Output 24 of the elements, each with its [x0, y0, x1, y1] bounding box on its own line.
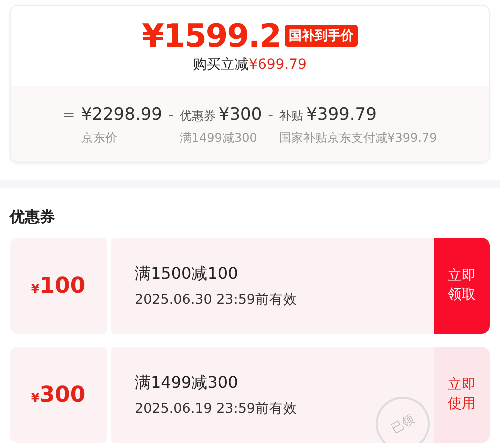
- coupon-validity: 2025.06.19 23:59前有效: [135, 400, 298, 418]
- breakdown-note: 国家补贴京东支付减¥399.79: [280, 130, 438, 147]
- operator-sign: -: [268, 105, 274, 126]
- coupon-value: ¥100: [31, 274, 86, 298]
- saving-amount: ¥699.79: [249, 57, 307, 73]
- operator-sign: -: [168, 105, 174, 126]
- subsidy-badge: 国补到手价: [284, 25, 358, 47]
- coupon-action-button[interactable]: 立即领取: [434, 238, 490, 334]
- operator-sign: =: [62, 105, 76, 126]
- saving-label: 购买立减: [193, 57, 250, 73]
- breakdown-note: 满1499减300: [180, 130, 258, 147]
- coupon-condition: 满1499减300: [135, 372, 240, 394]
- coupon-action-button[interactable]: 立即使用: [434, 347, 490, 443]
- breakdown-amount: ¥300: [218, 104, 262, 126]
- breakdown-label: 优惠券: [180, 108, 216, 125]
- coupon-condition: 满1500减100: [135, 264, 240, 284]
- coupon-validity: 2025.06.30 23:59前有效: [135, 290, 298, 308]
- breakdown-label: 补贴: [280, 108, 304, 125]
- breakdown-amount: ¥399.79: [306, 104, 377, 126]
- section-title: 优惠券: [10, 208, 56, 226]
- breakdown-amount: ¥2298.99: [81, 104, 162, 126]
- breakdown-note: 京东价: [81, 130, 118, 147]
- final-price: ¥1599.2: [142, 18, 281, 54]
- coupon-value: ¥300: [31, 382, 86, 408]
